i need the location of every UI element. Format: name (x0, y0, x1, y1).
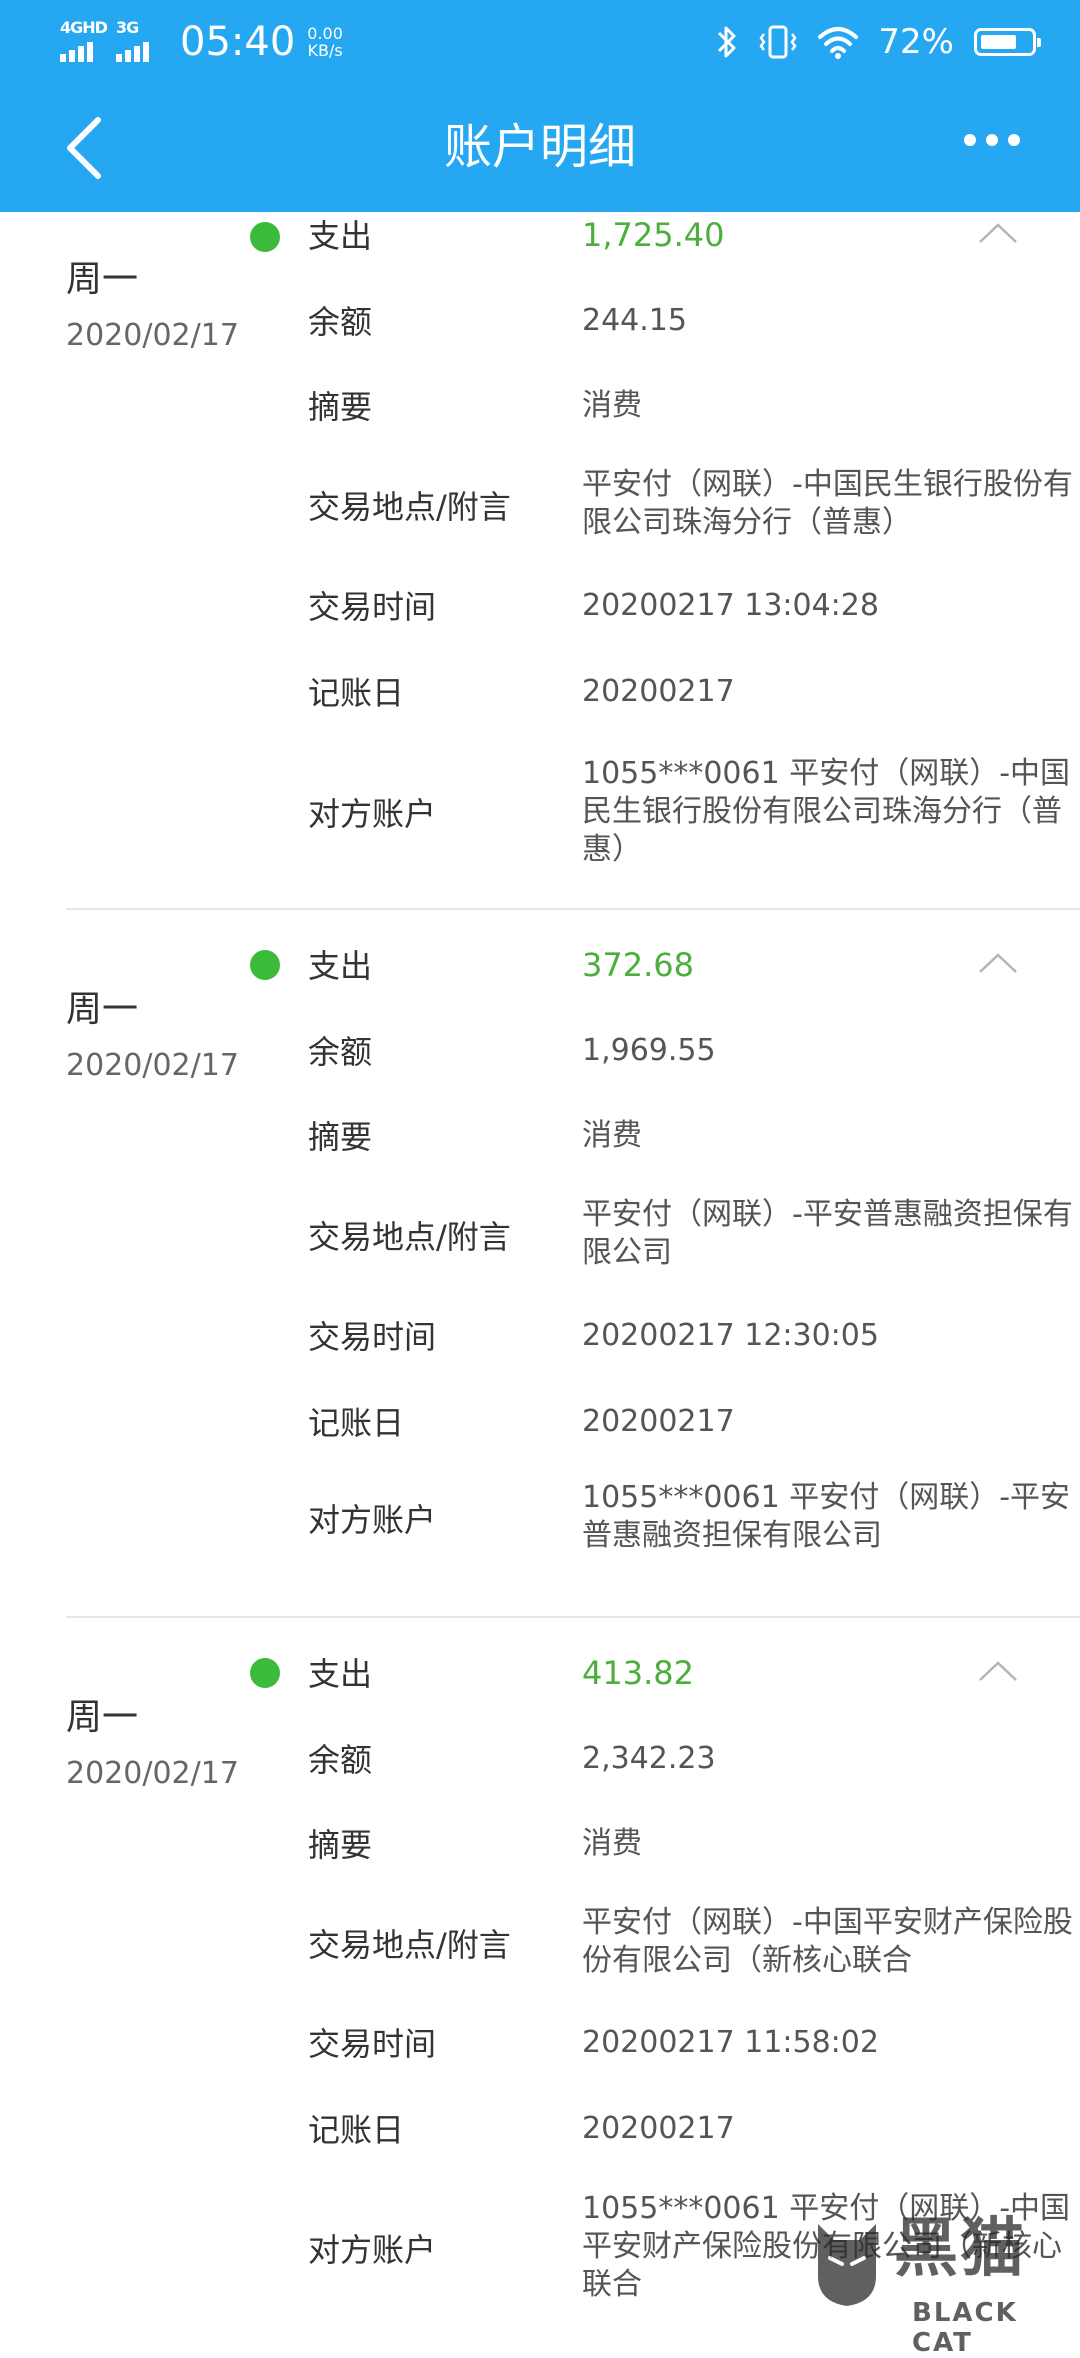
label-balance: 余额 (308, 303, 373, 341)
status-dot (250, 950, 280, 980)
status-bar: 4GHD 3G 05:40 0.00 KB/s 72% (0, 0, 1080, 84)
transaction-date: 2020/02/17 (66, 1048, 239, 1083)
battery-percent: 72% (878, 22, 954, 62)
label-posting-date: 记账日 (308, 674, 405, 712)
label-type: 支出 (308, 947, 373, 985)
label-type: 支出 (308, 217, 373, 255)
label-posting-date: 记账日 (308, 2111, 405, 2149)
battery-icon (974, 28, 1041, 56)
transaction-weekday: 周一 (66, 259, 139, 300)
transaction-counterparty: 1055***0061 平安付（网联）-平安普惠融资担保有限公司 (582, 1480, 1071, 1553)
transaction-posting-date: 20200217 (582, 2111, 735, 2146)
label-counterparty: 对方账户 (308, 795, 437, 833)
page-title: 账户明细 (443, 119, 636, 175)
transaction-summary: 消费 (582, 388, 642, 423)
label-summary: 摘要 (308, 1118, 373, 1156)
label-summary: 摘要 (308, 388, 373, 426)
network-label-2: 3G (116, 18, 139, 37)
transaction-summary: 消费 (582, 1826, 642, 1861)
label-type: 支出 (308, 1655, 373, 1693)
label-time: 交易时间 (308, 1318, 437, 1356)
vibrate-icon (759, 25, 797, 59)
status-dot (250, 222, 280, 252)
transaction-list[interactable]: 周一 2020/02/17 支出 1,725.40 余额 244.15 摘要 消… (0, 212, 1080, 2340)
watermark-en: BLACK CAT (912, 2298, 1018, 2358)
network-speed-value: 0.00 (307, 24, 343, 43)
transaction-posting-date: 20200217 (582, 674, 735, 709)
transaction-weekday: 周一 (66, 989, 139, 1030)
transaction-item[interactable]: 周一 2020/02/17 支出 1,725.40 余额 244.15 摘要 消… (0, 212, 1080, 900)
watermark-cn: 黑猫 (894, 2212, 1026, 2286)
status-dot (250, 1658, 280, 1688)
label-time: 交易时间 (308, 588, 437, 626)
transaction-posting-date: 20200217 (582, 1404, 735, 1439)
label-location: 交易地点/附言 (308, 1218, 511, 1256)
transaction-item[interactable]: 周一 2020/02/17 支出 372.68 余额 1,969.55 摘要 消… (0, 910, 1080, 1618)
signal-4g-icon: 4GHD (60, 20, 108, 64)
network-speed: 0.00 KB/s (307, 25, 343, 59)
transaction-time: 20200217 12:30:05 (582, 1318, 879, 1353)
transaction-balance: 244.15 (582, 303, 687, 338)
label-time: 交易时间 (308, 2025, 437, 2063)
label-summary: 摘要 (308, 1826, 373, 1864)
battery-fill (981, 35, 1016, 49)
label-balance: 余额 (308, 1033, 373, 1071)
bluetooth-icon (718, 26, 736, 58)
transaction-summary: 消费 (582, 1118, 642, 1153)
label-counterparty: 对方账户 (308, 1501, 437, 1539)
transaction-weekday: 周一 (66, 1697, 139, 1738)
transaction-date: 2020/02/17 (66, 318, 239, 353)
network-speed-unit: KB/s (307, 41, 343, 60)
more-dots-icon[interactable] (964, 130, 1024, 150)
label-balance: 余额 (308, 1741, 373, 1779)
status-left: 4GHD 3G 05:40 0.00 KB/s (60, 18, 343, 66)
transaction-amount: 413.82 (582, 1654, 694, 1692)
label-counterparty: 对方账户 (308, 2231, 437, 2269)
transaction-location: 平安付（网联）-平安普惠融资担保有限公司 (582, 1197, 1073, 1270)
signal-3g-icon: 3G (116, 20, 164, 64)
transaction-time: 20200217 13:04:28 (582, 588, 879, 623)
transaction-location: 平安付（网联）-中国民生银行股份有限公司珠海分行（普惠） (582, 467, 1073, 540)
network-label-1: 4GHD (60, 18, 108, 37)
black-cat-logo-icon (818, 2224, 876, 2306)
status-time: 05:40 (180, 19, 296, 65)
label-location: 交易地点/附言 (308, 1926, 511, 1964)
transaction-location: 平安付（网联）-中国平安财产保险股份有限公司（新核心联合 (582, 1905, 1073, 1978)
transaction-counterparty: 1055***0061 平安付（网联）-中国民生银行股份有限公司珠海分行（普惠） (582, 756, 1071, 867)
label-location: 交易地点/附言 (308, 488, 511, 526)
title-bar: 账户明细 (0, 84, 1080, 212)
transaction-balance: 2,342.23 (582, 1741, 716, 1776)
transaction-date: 2020/02/17 (66, 1756, 239, 1791)
transaction-amount: 1,725.40 (582, 216, 725, 254)
wifi-icon (818, 27, 859, 59)
transaction-balance: 1,969.55 (582, 1033, 716, 1068)
label-posting-date: 记账日 (308, 1404, 405, 1442)
transaction-time: 20200217 11:58:02 (582, 2025, 879, 2060)
transaction-amount: 372.68 (582, 946, 694, 984)
watermark: 黑猫 BLACK CAT (812, 2210, 1080, 2358)
status-right: 72% (716, 18, 1041, 66)
